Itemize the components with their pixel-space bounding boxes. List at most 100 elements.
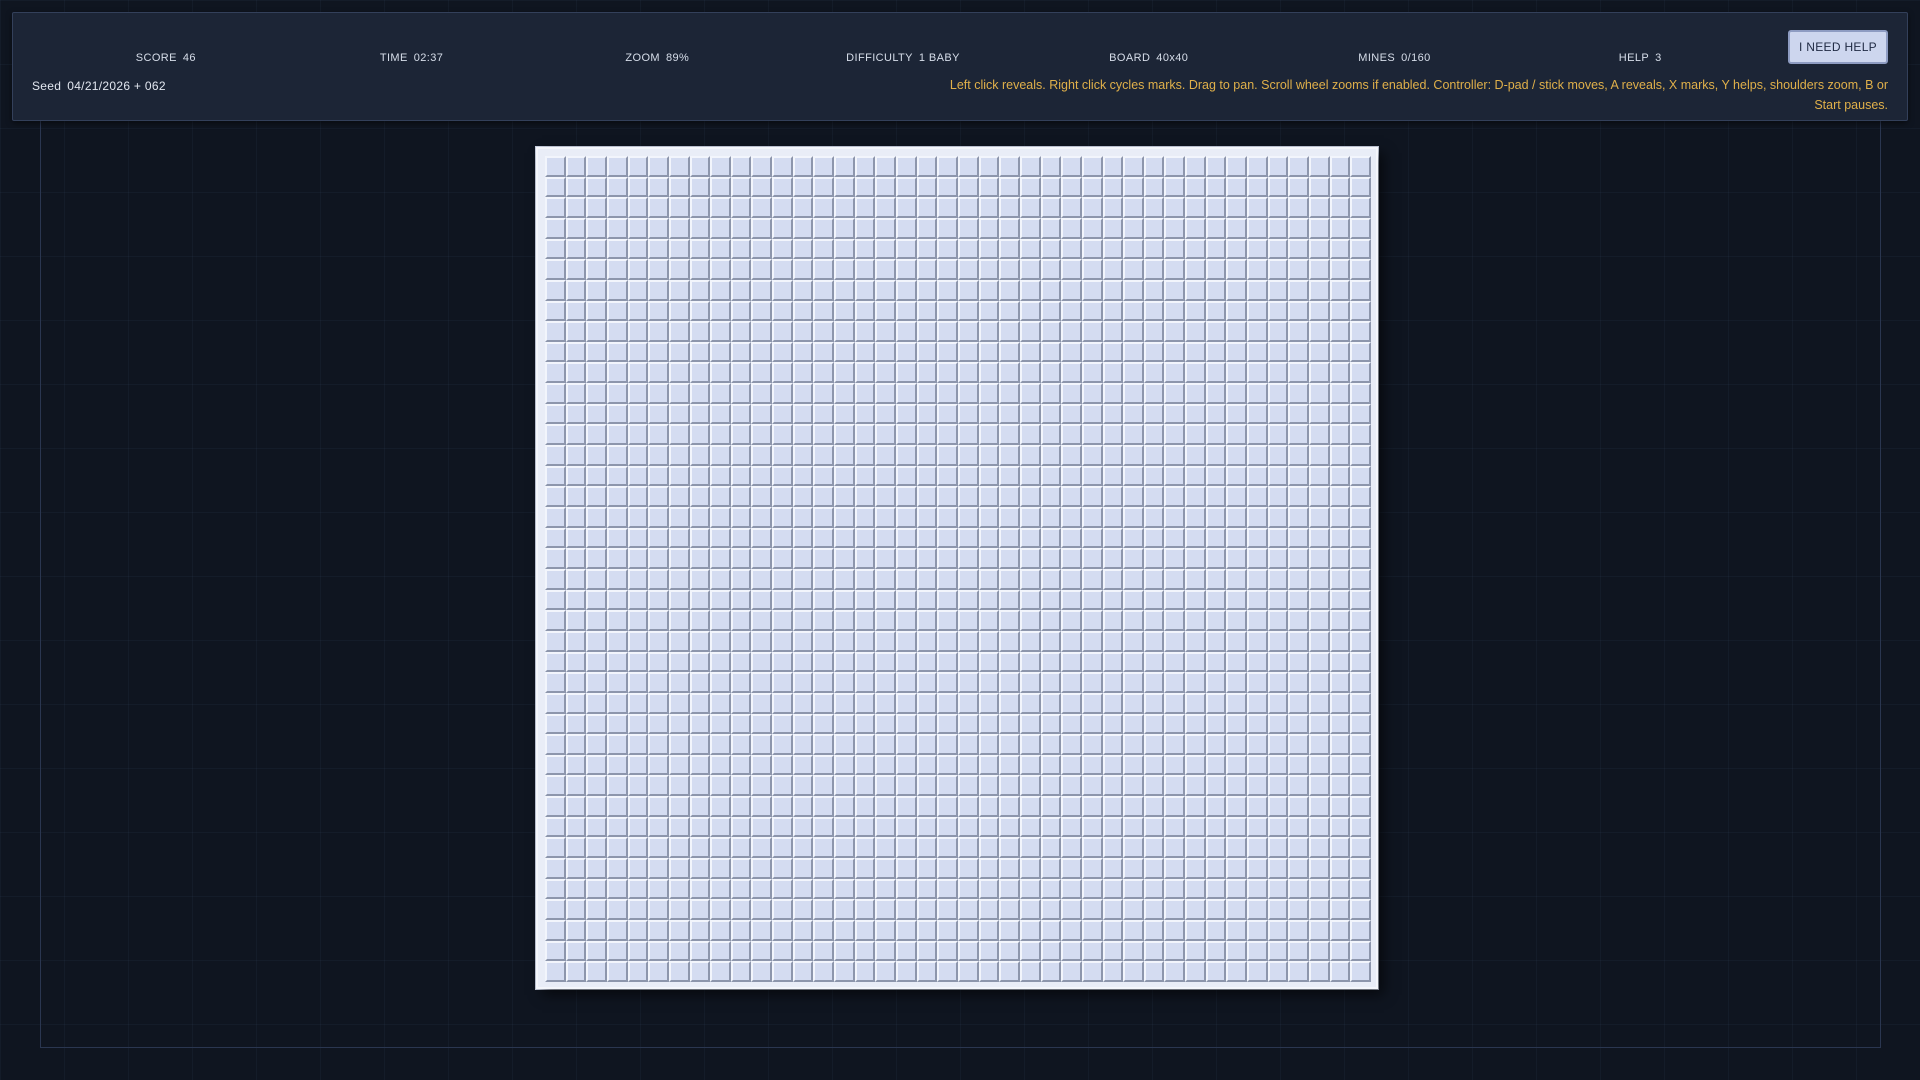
board-cell[interactable] (999, 383, 1020, 404)
board-cell[interactable] (1164, 156, 1186, 177)
board-cell[interactable] (1040, 651, 1062, 673)
board-cell[interactable] (1123, 630, 1144, 652)
board-cell[interactable] (627, 672, 649, 693)
board-cell[interactable] (751, 548, 773, 569)
board-cell[interactable] (606, 672, 628, 693)
board-cell[interactable] (751, 796, 773, 817)
board-cell[interactable] (1061, 507, 1082, 528)
board-cell[interactable] (1019, 734, 1041, 755)
board-cell[interactable] (813, 878, 835, 900)
board-cell[interactable] (916, 424, 938, 446)
board-cell[interactable] (668, 527, 690, 549)
board-cell[interactable] (1309, 775, 1330, 797)
board-cell[interactable] (1123, 156, 1144, 177)
board-cell[interactable] (1040, 156, 1062, 177)
board-cell[interactable] (999, 300, 1020, 322)
board-cell[interactable] (1164, 548, 1186, 569)
board-cell[interactable] (854, 630, 876, 652)
board-cell[interactable] (854, 507, 876, 528)
board-cell[interactable] (937, 796, 958, 817)
board-cell[interactable] (1019, 321, 1041, 342)
board-cell[interactable] (957, 775, 979, 797)
board-cell[interactable] (668, 259, 690, 280)
board-cell[interactable] (1061, 672, 1082, 693)
board-cell[interactable] (854, 259, 876, 280)
board-cell[interactable] (1143, 383, 1165, 404)
board-cell[interactable] (1081, 630, 1103, 652)
board-cell[interactable] (1164, 403, 1186, 425)
board-cell[interactable] (586, 527, 607, 549)
board-cell[interactable] (730, 156, 752, 177)
board-cell[interactable] (772, 713, 793, 735)
board-cell[interactable] (668, 300, 690, 322)
board-cell[interactable] (689, 796, 711, 817)
board-cell[interactable] (627, 961, 649, 982)
board-cell[interactable] (1267, 858, 1289, 879)
board-cell[interactable] (730, 465, 752, 487)
board-cell[interactable] (1102, 527, 1124, 549)
board-cell[interactable] (834, 403, 855, 425)
board-cell[interactable] (565, 238, 587, 260)
board-cell[interactable] (1143, 279, 1165, 301)
board-cell[interactable] (627, 610, 649, 631)
board-cell[interactable] (1040, 362, 1062, 384)
board-cell[interactable] (792, 217, 814, 239)
board-cell[interactable] (1164, 341, 1186, 363)
board-cell[interactable] (1040, 321, 1062, 342)
board-cell[interactable] (1226, 878, 1248, 900)
board-cell[interactable] (792, 197, 814, 218)
board-cell[interactable] (751, 651, 773, 673)
board-cell[interactable] (668, 176, 690, 198)
board-cell[interactable] (896, 589, 917, 611)
board-cell[interactable] (606, 156, 628, 177)
board-cell[interactable] (586, 238, 607, 260)
board-cell[interactable] (565, 321, 587, 342)
board-cell[interactable] (813, 610, 835, 631)
board-cell[interactable] (730, 238, 752, 260)
board-cell[interactable] (792, 920, 814, 941)
board-cell[interactable] (792, 837, 814, 859)
board-cell[interactable] (668, 692, 690, 714)
board-cell[interactable] (1185, 672, 1206, 693)
board-cell[interactable] (1288, 692, 1310, 714)
board-cell[interactable] (834, 630, 855, 652)
board-cell[interactable] (1309, 651, 1330, 673)
board-cell[interactable] (813, 259, 835, 280)
board-cell[interactable] (957, 321, 979, 342)
board-cell[interactable] (1164, 362, 1186, 384)
board-cell[interactable] (1061, 176, 1082, 198)
board-cell[interactable] (813, 713, 835, 735)
board-cell[interactable] (834, 176, 855, 198)
board-cell[interactable] (1143, 217, 1165, 239)
board-cell[interactable] (606, 589, 628, 611)
board-cell[interactable] (565, 383, 587, 404)
board-cell[interactable] (1081, 445, 1103, 466)
board-cell[interactable] (1164, 197, 1186, 218)
board-cell[interactable] (648, 754, 669, 776)
board-cell[interactable] (1019, 754, 1041, 776)
board-cell[interactable] (1019, 507, 1041, 528)
board-cell[interactable] (1226, 197, 1248, 218)
board-cell[interactable] (1019, 713, 1041, 735)
board-cell[interactable] (772, 878, 793, 900)
board-cell[interactable] (730, 920, 752, 941)
board-cell[interactable] (1288, 610, 1310, 631)
board-cell[interactable] (1309, 279, 1330, 301)
board-cell[interactable] (730, 176, 752, 198)
board-cell[interactable] (875, 156, 897, 177)
board-cell[interactable] (751, 692, 773, 714)
board-cell[interactable] (1247, 362, 1268, 384)
board-cell[interactable] (1350, 589, 1371, 611)
board-cell[interactable] (854, 383, 876, 404)
board-cell[interactable] (730, 486, 752, 508)
board-cell[interactable] (875, 630, 897, 652)
board-cell[interactable] (1019, 548, 1041, 569)
board-cell[interactable] (1040, 692, 1062, 714)
board-cell[interactable] (1061, 796, 1082, 817)
board-cell[interactable] (1329, 341, 1351, 363)
board-cell[interactable] (875, 754, 897, 776)
board-cell[interactable] (1102, 899, 1124, 921)
board-cell[interactable] (772, 961, 793, 982)
board-cell[interactable] (1309, 713, 1330, 735)
board-cell[interactable] (648, 259, 669, 280)
